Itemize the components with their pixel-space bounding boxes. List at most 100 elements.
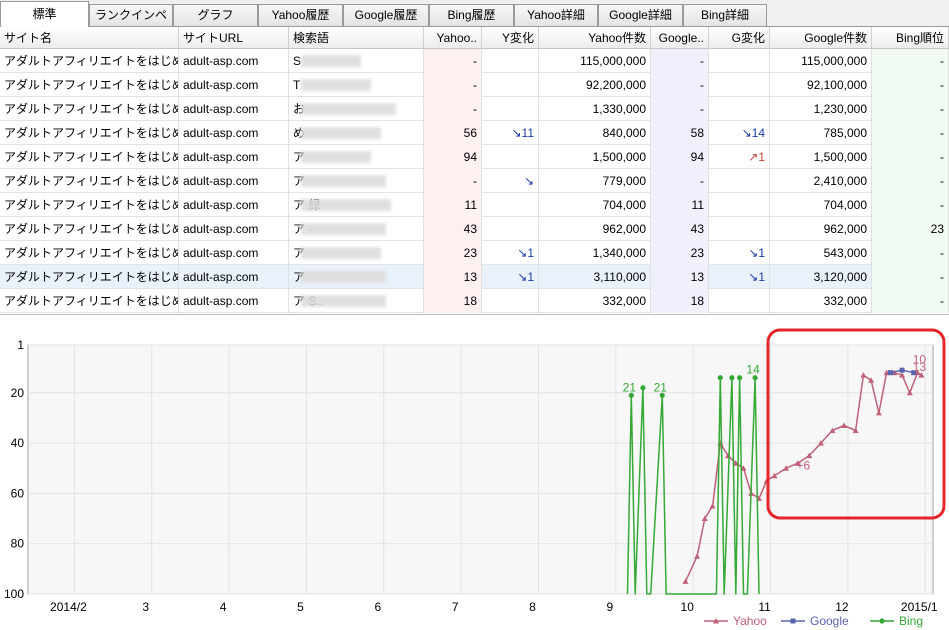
redacted-keyword-mask (301, 55, 361, 67)
cell-bing-rank: - (872, 265, 949, 289)
cell-site-name: アダルトアフィリエイトをはじめよう！ (0, 241, 179, 265)
column-header-google-count[interactable]: Google件数 (770, 27, 872, 49)
cell-yahoo-count: 779,000 (539, 169, 651, 193)
x-tick-label: 8 (529, 600, 536, 614)
cell-yahoo-count: 704,000 (539, 193, 651, 217)
column-header-site-url[interactable]: サイトURL (179, 27, 289, 49)
cell-yahoo-count: 1,500,000 (539, 145, 651, 169)
cell-yahoo-count: 115,000,000 (539, 49, 651, 73)
cell-google-rank: 23 (651, 241, 709, 265)
tab-4[interactable]: Google履歴 (343, 4, 429, 26)
cell-yahoo-rank: 18 (424, 289, 482, 313)
cell-google-count: 332,000 (770, 289, 872, 313)
cell-google-change (709, 49, 770, 73)
cell-google-count: 1,230,000 (770, 97, 872, 121)
data-label: 21 (623, 380, 637, 394)
redacted-keyword-mask (301, 79, 371, 91)
cell-site-url: adult-asp.com (179, 169, 289, 193)
data-label: 14 (746, 363, 760, 377)
tab-3[interactable]: Yahoo履歴 (258, 4, 343, 26)
column-header-yahoo-change[interactable]: Y変化 (482, 27, 539, 49)
cell-site-name: アダルトアフィリエイトをはじめよう！ (0, 145, 179, 169)
cell-google-count: 785,000 (770, 121, 872, 145)
legend-label-yahoo: Yahoo (733, 614, 767, 628)
cell-google-count: 704,000 (770, 193, 872, 217)
cell-yahoo-count: 92,200,000 (539, 73, 651, 97)
cell-yahoo-count: 1,340,000 (539, 241, 651, 265)
cell-yahoo-change: ↘1 (482, 265, 539, 289)
column-header-google-change[interactable]: G変化 (709, 27, 770, 49)
table-row[interactable]: アダルトアフィリエイトをはじめよう！adult-asp.comア S..1833… (0, 289, 949, 313)
cell-yahoo-change (482, 73, 539, 97)
table-row[interactable]: アダルトアフィリエイトをはじめよう！adult-asp.comT-92,200,… (0, 73, 949, 97)
redacted-keyword-mask (301, 223, 386, 235)
cell-google-count: 2,410,000 (770, 169, 872, 193)
data-point-google (887, 370, 893, 376)
tab-6[interactable]: Yahoo詳細 (514, 4, 598, 26)
table-row[interactable]: アダルトアフィリエイトをはじめよう！adult-asp.comア23↘11,34… (0, 241, 949, 265)
table-row[interactable]: アダルトアフィリエイトをはじめよう！adult-asp.comア 緑11704,… (0, 193, 949, 217)
cell-bing-rank: - (872, 241, 949, 265)
cell-yahoo-change: ↘ (482, 169, 539, 193)
cell-google-count: 3,120,000 (770, 265, 872, 289)
cell-yahoo-rank: - (424, 169, 482, 193)
redacted-keyword-mask (301, 247, 381, 259)
cell-bing-rank: - (872, 49, 949, 73)
cell-google-rank: 18 (651, 289, 709, 313)
x-tick-label: 12 (835, 600, 849, 614)
y-tick-label: 40 (11, 436, 25, 450)
cell-yahoo-change: ↘11 (482, 121, 539, 145)
cell-google-change (709, 217, 770, 241)
cell-yahoo-rank: - (424, 97, 482, 121)
column-header-yahoo-count[interactable]: Yahoo件数 (539, 27, 651, 49)
cell-google-rank: 43 (651, 217, 709, 241)
redacted-keyword-mask (301, 127, 381, 139)
cell-google-change (709, 97, 770, 121)
tab-0[interactable]: 標準 (0, 1, 89, 27)
y-tick-label: 1 (17, 338, 24, 352)
column-header-bing-rank[interactable]: Bing順位 (872, 27, 949, 49)
cell-bing-rank: - (872, 97, 949, 121)
column-header-yahoo-rank[interactable]: Yahoo.. (424, 27, 482, 49)
table-row[interactable]: アダルトアフィリエイトをはじめよう！adult-asp.comア941,500,… (0, 145, 949, 169)
legend-label-bing: Bing (899, 614, 923, 628)
table-row[interactable]: アダルトアフィリエイトをはじめよう！adult-asp.comめ56↘11840… (0, 121, 949, 145)
cell-site-url: adult-asp.com (179, 217, 289, 241)
cell-bing-rank: - (872, 193, 949, 217)
cell-yahoo-change (482, 49, 539, 73)
data-label: 13 (913, 360, 927, 374)
tab-2[interactable]: グラフ (173, 4, 258, 26)
table-row[interactable]: アダルトアフィリエイトをはじめよう！adult-asp.comア13↘13,11… (0, 265, 949, 289)
tab-1[interactable]: ランクインページ (89, 4, 173, 42)
cell-site-url: adult-asp.com (179, 49, 289, 73)
cell-site-name: アダルトアフィリエイトをはじめよう！ (0, 97, 179, 121)
cell-google-rank: 11 (651, 193, 709, 217)
column-header-site-name[interactable]: サイト名 (0, 27, 179, 49)
redacted-keyword-mask (301, 151, 371, 163)
tab-5[interactable]: Bing履歴 (429, 4, 514, 26)
cell-site-name: アダルトアフィリエイトをはじめよう！ (0, 169, 179, 193)
tab-8[interactable]: Bing詳細 (683, 4, 767, 26)
cell-yahoo-rank: 56 (424, 121, 482, 145)
cell-google-count: 115,000,000 (770, 49, 872, 73)
table-row[interactable]: アダルトアフィリエイトをはじめよう！adult-asp.comア-↘779,00… (0, 169, 949, 193)
cell-google-rank: 94 (651, 145, 709, 169)
cell-google-change (709, 169, 770, 193)
cell-google-change: ↗1 (709, 145, 770, 169)
table-row[interactable]: アダルトアフィリエイトをはじめよう！adult-asp.comお-1,330,0… (0, 97, 949, 121)
cell-yahoo-rank: - (424, 49, 482, 73)
table-row[interactable]: アダルトアフィリエイトをはじめよう！adult-asp.comS-115,000… (0, 49, 949, 73)
cell-bing-rank: - (872, 73, 949, 97)
x-tick-label: 5 (297, 600, 304, 614)
data-label: +6 (797, 458, 811, 472)
cell-google-count: 92,100,000 (770, 73, 872, 97)
tab-7[interactable]: Google詳細 (598, 4, 683, 26)
redacted-keyword-mask (301, 175, 386, 187)
column-header-keyword[interactable]: 検索語 (289, 27, 424, 49)
column-header-google-rank[interactable]: Google.. (651, 27, 709, 49)
cell-yahoo-change: ↘1 (482, 241, 539, 265)
cell-site-name: アダルトアフィリエイトをはじめよう！ (0, 49, 179, 73)
table-row[interactable]: アダルトアフィリエイトをはじめよう！adult-asp.comア -43962,… (0, 217, 949, 241)
cell-google-count: 1,500,000 (770, 145, 872, 169)
cell-site-url: adult-asp.com (179, 73, 289, 97)
